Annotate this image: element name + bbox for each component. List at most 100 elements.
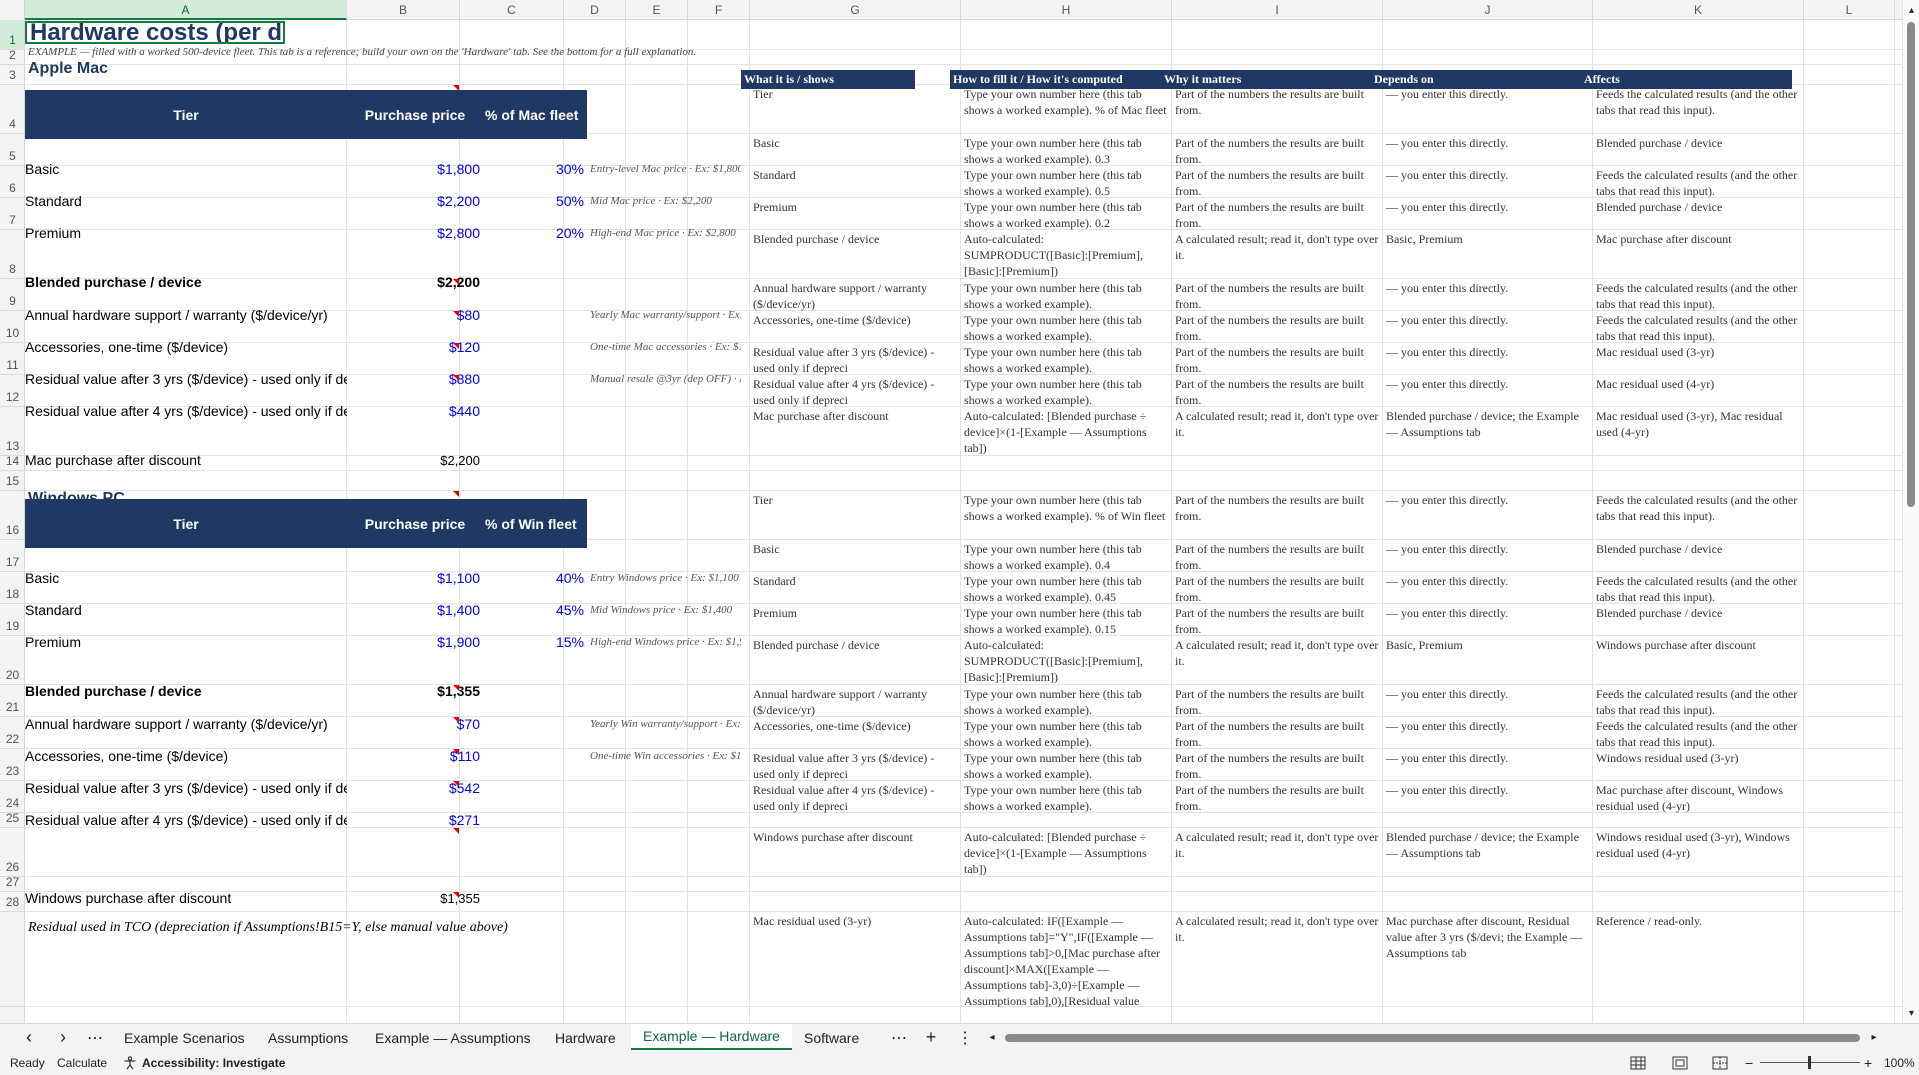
doc-cell-j[interactable]: — you enter this directly.: [1383, 343, 1593, 375]
win-residual3-label[interactable]: Residual value after 3 yrs ($/device) - …: [25, 776, 347, 800]
mac-after-discount-label[interactable]: Mac purchase after discount: [25, 448, 347, 472]
row-header-9[interactable]: 9: [0, 279, 24, 311]
doc-cell-i[interactable]: Part of the numbers the results are buil…: [1172, 572, 1383, 604]
mac-premium-note[interactable]: High-end Mac price · Ex: $2,800: [587, 221, 741, 245]
doc-cell-k[interactable]: Reference / read-only.: [1593, 912, 1804, 1007]
doc-cell-g[interactable]: Annual hardware support / warranty ($/de…: [750, 279, 961, 311]
win-standard-label[interactable]: Standard: [25, 598, 347, 622]
doc-cell-h[interactable]: Type your own number here (this tab show…: [961, 375, 1172, 407]
mac-support-value[interactable]: $80: [347, 303, 483, 327]
sheet-title-cell[interactable]: Hardware costs (per device): [25, 21, 285, 44]
scroll-up-icon[interactable]: ▴: [1903, 0, 1919, 20]
doc-cell-g[interactable]: Accessories, one-time ($/device): [750, 311, 961, 343]
row-header-23[interactable]: 23: [0, 749, 24, 781]
doc-cell-h[interactable]: Type your own number here (this tab show…: [961, 166, 1172, 198]
row-header-1[interactable]: 1: [0, 20, 24, 50]
win-premium-note[interactable]: High-end Windows price · Ex: $1,900: [587, 630, 741, 654]
doc-cell-k[interactable]: Blended purchase / device: [1593, 134, 1804, 166]
doc-cell-i[interactable]: Part of the numbers the results are buil…: [1172, 134, 1383, 166]
mac-accessories-note[interactable]: One-time Mac accessories · Ex: $120: [587, 335, 741, 359]
doc-cell-h[interactable]: Type your own number here (this tab show…: [961, 717, 1172, 749]
doc-cell-i[interactable]: A calculated result; read it, don't type…: [1172, 912, 1383, 1007]
doc-cell-i[interactable]: Part of the numbers the results are buil…: [1172, 279, 1383, 311]
doc-cell-h[interactable]: Auto-calculated: SUMPRODUCT([Basic]:[Pre…: [961, 230, 1172, 279]
doc-cell-k[interactable]: Feeds the calculated results (and the ot…: [1593, 717, 1804, 749]
row-header-19[interactable]: 19: [0, 604, 24, 636]
row-header-10[interactable]: 10: [0, 311, 24, 343]
row-header-20[interactable]: 20: [0, 636, 24, 685]
residual-note-cell[interactable]: Residual used in TCO (depreciation if As…: [25, 918, 785, 938]
doc-cell-k[interactable]: Mac purchase after discount: [1593, 230, 1804, 279]
mac-after-discount-value[interactable]: $2,200: [347, 448, 483, 472]
doc-cell-j[interactable]: Basic, Premium: [1383, 230, 1593, 279]
doc-cell-h[interactable]: Type your own number here (this tab show…: [961, 279, 1172, 311]
column-header-c[interactable]: C: [460, 0, 564, 20]
comment-indicator-icon[interactable]: [453, 892, 459, 898]
accessibility-icon[interactable]: [123, 1050, 137, 1075]
doc-cell-h[interactable]: Auto-calculated: [Blended purchase ÷ dev…: [961, 407, 1172, 456]
doc-cell-k[interactable]: Mac residual used (3-yr): [1593, 343, 1804, 375]
win-standard-pct[interactable]: 45%: [483, 598, 587, 622]
win-basic-price[interactable]: $1,100: [347, 566, 483, 590]
tab-more-left-icon[interactable]: ⋯: [84, 1024, 106, 1051]
win-standard-note[interactable]: Mid Windows price · Ex: $1,400: [587, 598, 741, 622]
doc-cell-j[interactable]: — you enter this directly.: [1383, 279, 1593, 311]
doc-cell-h[interactable]: Type your own number here (this tab show…: [961, 685, 1172, 717]
win-premium-label[interactable]: Premium: [25, 630, 347, 654]
scroll-left-icon[interactable]: ◂: [987, 1024, 997, 1051]
win-residual4-value[interactable]: $271: [347, 808, 483, 832]
doc-cell-g[interactable]: Residual value after 3 yrs ($/device) - …: [750, 343, 961, 375]
mac-standard-price[interactable]: $2,200: [347, 189, 483, 213]
tab-example-assumptions[interactable]: Example — Assumptions: [363, 1024, 543, 1051]
tab-hardware[interactable]: Hardware: [543, 1024, 628, 1051]
tab-software[interactable]: Software: [792, 1024, 871, 1051]
doc-cell-h[interactable]: Auto-calculated: IF([Example — Assumptio…: [961, 912, 1172, 1007]
win-support-label[interactable]: Annual hardware support / warranty ($/de…: [25, 712, 347, 736]
doc-cell-h[interactable]: Type your own number here (this tab show…: [961, 85, 1172, 134]
doc-cell-g[interactable]: Standard: [750, 166, 961, 198]
comment-indicator-icon[interactable]: [453, 375, 459, 381]
mac-standard-label[interactable]: Standard: [25, 189, 347, 213]
comment-indicator-icon[interactable]: [453, 491, 459, 497]
tab-prev-icon[interactable]: ‹: [18, 1024, 40, 1051]
horizontal-scroll-thumb[interactable]: [1005, 1034, 1860, 1042]
mac-section-title[interactable]: Apple Mac: [25, 59, 283, 79]
win-residual4-label[interactable]: Residual value after 4 yrs ($/device) - …: [25, 808, 347, 832]
doc-cell-j[interactable]: — you enter this directly.: [1383, 375, 1593, 407]
row-header-13[interactable]: 13: [0, 407, 24, 456]
doc-cell-i[interactable]: A calculated result; read it, don't type…: [1172, 407, 1383, 456]
mac-support-label[interactable]: Annual hardware support / warranty ($/de…: [25, 303, 347, 327]
row-header-14[interactable]: 14: [0, 454, 24, 471]
row-header-2[interactable]: 2: [0, 48, 24, 65]
row-header-8[interactable]: 8: [0, 230, 24, 279]
mac-price-header[interactable]: Purchase price: [347, 90, 483, 139]
doc-cell-g[interactable]: Mac purchase after discount: [750, 407, 961, 456]
doc-cell-h[interactable]: Type your own number here (this tab show…: [961, 572, 1172, 604]
add-sheet-icon[interactable]: +: [920, 1024, 942, 1051]
doc-cell-k[interactable]: Feeds the calculated results (and the ot…: [1593, 685, 1804, 717]
doc-cell-g[interactable]: Residual value after 3 yrs ($/device) - …: [750, 749, 961, 781]
comment-indicator-icon[interactable]: [453, 85, 459, 91]
doc-cell-j[interactable]: Blended purchase / device; the Example —…: [1383, 407, 1593, 456]
doc-cell-k[interactable]: Feeds the calculated results (and the ot…: [1593, 491, 1804, 540]
doc-cell-g[interactable]: Accessories, one-time ($/device): [750, 717, 961, 749]
zoom-in-icon[interactable]: +: [1864, 1050, 1872, 1075]
mac-residual3-note[interactable]: Manual resale @3yr (dep OFF) · Ex: $880: [587, 367, 741, 391]
row-header-17[interactable]: 17: [0, 540, 24, 572]
row-header-25[interactable]: 25: [0, 811, 24, 828]
doc-cell-j[interactable]: — you enter this directly.: [1383, 685, 1593, 717]
row-header-24[interactable]: 24: [0, 781, 24, 813]
doc-cell-j[interactable]: — you enter this directly.: [1383, 198, 1593, 230]
mac-residual3-value[interactable]: $880: [347, 367, 483, 391]
doc-cell-i[interactable]: Part of the numbers the results are buil…: [1172, 166, 1383, 198]
cell-grid[interactable]: Hardware costs (per device) EXAMPLE — fi…: [25, 20, 1902, 1023]
tab-more-right-icon[interactable]: ⋯: [888, 1024, 910, 1051]
mac-support-note[interactable]: Yearly Mac warranty/support · Ex: $80: [587, 303, 741, 327]
win-residual3-value[interactable]: $542: [347, 776, 483, 800]
doc-cell-k[interactable]: Blended purchase / device: [1593, 540, 1804, 572]
row-header-11[interactable]: 11: [0, 343, 24, 375]
mac-basic-price[interactable]: $1,800: [347, 157, 483, 181]
win-after-discount-label[interactable]: Windows purchase after discount: [25, 886, 347, 910]
column-header-l[interactable]: L: [1804, 0, 1895, 20]
zoom-out-icon[interactable]: −: [1745, 1050, 1753, 1075]
